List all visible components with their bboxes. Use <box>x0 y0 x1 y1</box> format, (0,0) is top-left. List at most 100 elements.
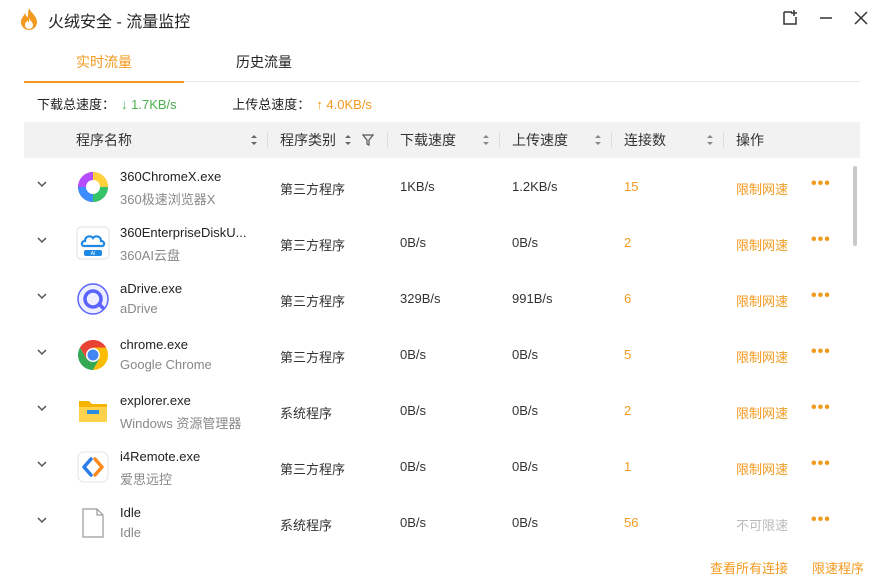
table-row[interactable]: 360ChromeX.exe 360极速浏览器X 第三方程序 1KB/s 1.2… <box>24 158 860 214</box>
process-name: Idle <box>120 505 141 520</box>
upload-speed: 0B/s <box>512 459 539 474</box>
column-header-download[interactable]: 下载速度 <box>400 122 456 158</box>
close-button[interactable] <box>851 8 871 28</box>
download-total-label: 下载总速度： <box>37 97 116 112</box>
process-type: 第三方程序 <box>280 294 346 309</box>
connection-count[interactable]: 1 <box>624 459 631 474</box>
adrive-icon <box>76 282 110 316</box>
more-options-icon[interactable]: ••• <box>811 512 831 528</box>
column-type-label: 程序类别 <box>280 132 336 148</box>
connection-count[interactable]: 2 <box>624 403 631 418</box>
limited-programs-link[interactable]: 限速程序 <box>812 558 864 577</box>
limit-speed-link[interactable]: 限制网速 <box>736 179 788 198</box>
column-header-upload[interactable]: 上传速度 <box>512 122 568 158</box>
table-row[interactable]: Idle Idle 系统程序 0B/s 0B/s 56 不可限速 ••• <box>24 494 860 540</box>
process-name: i4Remote.exe <box>120 449 201 464</box>
more-options-icon[interactable]: ••• <box>811 456 831 472</box>
upload-total-label: 上传总速度： <box>232 97 311 112</box>
minimize-button[interactable] <box>816 8 836 28</box>
column-divider <box>387 132 388 148</box>
process-type: 系统程序 <box>280 518 333 533</box>
column-header-type[interactable]: 程序类别 <box>280 122 336 158</box>
process-description: 爱思远控 <box>120 472 173 487</box>
sort-type-icon[interactable] <box>344 134 352 149</box>
column-download-label: 下载速度 <box>400 132 456 148</box>
traffic-summary: 下载总速度： ↓ 1.7KB/s 上传总速度： ↑ 4.0KB/s <box>37 94 372 112</box>
expand-chevron-icon[interactable] <box>36 458 48 470</box>
column-divider <box>499 132 500 148</box>
more-options-icon[interactable]: ••• <box>811 344 831 360</box>
download-speed: 0B/s <box>400 515 427 530</box>
column-divider <box>611 132 612 148</box>
expand-chevron-icon[interactable] <box>36 178 48 190</box>
upload-total-value: ↑ 4.0KB/s <box>316 97 372 112</box>
column-connections-label: 连接数 <box>624 132 666 148</box>
sort-connections-icon[interactable] <box>706 134 714 149</box>
expand-chevron-icon[interactable] <box>36 234 48 246</box>
sort-download-icon[interactable] <box>482 134 490 149</box>
limit-speed-link[interactable]: 限制网速 <box>736 235 788 254</box>
connection-count[interactable]: 6 <box>624 291 631 306</box>
more-options-icon[interactable]: ••• <box>811 176 831 192</box>
expand-chevron-icon[interactable] <box>36 290 48 302</box>
process-name: 360EnterpriseDiskU... <box>120 225 247 240</box>
process-name: explorer.exe <box>120 393 191 408</box>
more-options-icon[interactable]: ••• <box>811 232 831 248</box>
more-options-icon[interactable]: ••• <box>811 288 831 304</box>
process-name: 360ChromeX.exe <box>120 169 222 184</box>
connection-count[interactable]: 15 <box>624 179 638 194</box>
vertical-scrollbar[interactable] <box>852 166 858 536</box>
column-header-connections[interactable]: 连接数 <box>624 122 666 158</box>
process-type: 第三方程序 <box>280 182 346 197</box>
svg-text:AI: AI <box>91 251 96 257</box>
360-cloud-disk-icon: AI <box>76 226 110 260</box>
folder-icon <box>76 394 110 428</box>
view-all-connections-link[interactable]: 查看所有连接 <box>710 558 788 577</box>
limit-speed-link[interactable]: 限制网速 <box>736 403 788 422</box>
pin-window-button[interactable] <box>780 8 800 28</box>
download-speed: 0B/s <box>400 347 427 362</box>
table-row[interactable]: AI 360EnterpriseDiskU... 360AI云盘 第三方程序 0… <box>24 214 860 270</box>
column-header-action: 操作 <box>736 122 764 158</box>
column-name-label: 程序名称 <box>76 132 132 148</box>
upload-speed: 0B/s <box>512 403 539 418</box>
process-name: aDrive.exe <box>120 281 183 296</box>
table-row[interactable]: aDrive.exe aDrive 第三方程序 329B/s 991B/s 6 … <box>24 270 860 326</box>
process-description: Idle <box>120 525 141 540</box>
process-table-body: 360ChromeX.exe 360极速浏览器X 第三方程序 1KB/s 1.2… <box>24 158 860 540</box>
sort-upload-icon[interactable] <box>594 134 602 149</box>
expand-chevron-icon[interactable] <box>36 346 48 358</box>
pin-window-icon <box>783 10 797 25</box>
process-description: 360极速浏览器X <box>120 192 216 207</box>
sort-name-icon[interactable] <box>250 134 258 149</box>
limit-speed-link[interactable]: 限制网速 <box>736 347 788 366</box>
minimize-icon <box>820 17 832 19</box>
table-row[interactable]: explorer.exe Windows 资源管理器 系统程序 0B/s 0B/… <box>24 382 860 438</box>
process-type: 系统程序 <box>280 406 333 421</box>
connection-count[interactable]: 2 <box>624 235 631 250</box>
download-speed: 0B/s <box>400 235 427 250</box>
more-options-icon[interactable]: ••• <box>811 400 831 416</box>
expand-chevron-icon[interactable] <box>36 514 48 526</box>
column-divider <box>267 132 268 148</box>
limit-speed-link[interactable]: 限制网速 <box>736 291 788 310</box>
column-action-label: 操作 <box>736 132 764 148</box>
filter-type-icon[interactable] <box>361 134 375 149</box>
column-header-name[interactable]: 程序名称 <box>76 122 132 158</box>
scrollbar-thumb[interactable] <box>853 166 857 246</box>
360-chrome-icon <box>76 170 110 204</box>
expand-chevron-icon[interactable] <box>36 402 48 414</box>
connection-count[interactable]: 5 <box>624 347 631 362</box>
huorong-logo-icon <box>18 7 40 31</box>
tab-history-traffic[interactable]: 历史流量 <box>184 48 344 82</box>
file-icon <box>76 506 110 540</box>
table-row[interactable]: i4Remote.exe 爱思远控 第三方程序 0B/s 0B/s 1 限制网速… <box>24 438 860 494</box>
limit-speed-link[interactable]: 限制网速 <box>736 459 788 478</box>
connection-count[interactable]: 56 <box>624 515 638 530</box>
upload-speed: 1.2KB/s <box>512 179 558 194</box>
limit-speed-unavailable: 不可限速 <box>736 518 789 533</box>
table-row[interactable]: chrome.exe Google Chrome 第三方程序 0B/s 0B/s… <box>24 326 860 382</box>
tab-realtime-traffic[interactable]: 实时流量 <box>24 48 184 83</box>
process-type: 第三方程序 <box>280 238 346 253</box>
download-speed: 0B/s <box>400 403 427 418</box>
